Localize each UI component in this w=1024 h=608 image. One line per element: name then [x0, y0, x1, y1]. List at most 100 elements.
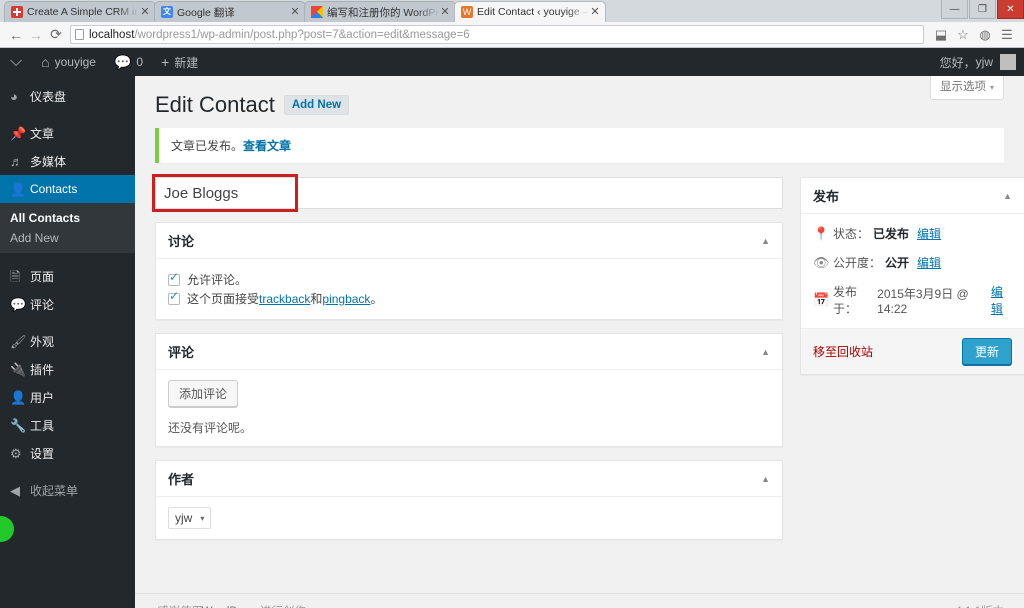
move-to-trash-link[interactable]: 移至回收站 — [813, 343, 873, 360]
adminbar-my-account[interactable]: 您好， yjw — [940, 54, 1024, 71]
sidebar-item-label: 插件 — [30, 362, 55, 377]
forward-icon[interactable]: → — [26, 27, 46, 43]
publish-metabox: 发布 ▲ 📍 状态： 已发布 编辑 👁 公开度： 公开 编辑 📅 发布于： 20… — [800, 177, 1024, 375]
publish-metabox-title: 发布 — [813, 189, 840, 204]
window-close-button[interactable]: ✕ — [997, 0, 1024, 19]
published-on-value: 2015年3月9日 @ 14:22 — [877, 286, 969, 316]
wordpress-logo-icon[interactable]: ⌵ — [0, 48, 32, 76]
sidebar-item-add-new[interactable]: Add New — [0, 228, 135, 248]
browser-tab-1[interactable]: 文 Google 翻译 ✕ — [154, 1, 306, 22]
chevron-up-icon[interactable]: ▲ — [1003, 191, 1012, 201]
allow-comments-checkbox[interactable] — [168, 271, 180, 286]
crm-icon — [11, 6, 23, 18]
extension-icon[interactable]: ⬓ — [930, 27, 952, 43]
author-selected-value: yjw — [175, 511, 193, 525]
sidebar-item-pages[interactable]: 🗎 页面 — [0, 262, 135, 290]
sidebar-item-label: 多媒体 — [30, 154, 67, 169]
sidebar-item-appearance[interactable]: 🖌 外观 — [0, 327, 135, 355]
sidebar-item-label: 工具 — [30, 418, 55, 433]
window-minimize-button[interactable]: — — [941, 0, 968, 19]
back-icon[interactable]: ← — [6, 27, 26, 43]
sidebar-item-posts[interactable]: 📌 文章 — [0, 119, 135, 147]
discussion-metabox: 讨论 ▲ 允许评论。 这个页面接受trackback和pingback。 — [155, 222, 783, 320]
show-settings-toggle[interactable]: 显示选项 ▾ — [929, 76, 1004, 100]
sidebar-item-users[interactable]: 👤 用户 — [0, 383, 135, 411]
media-icon: ♬ — [10, 153, 23, 169]
sidebar-item-comments[interactable]: 💬 评论 — [0, 290, 135, 318]
menu-separator — [0, 253, 135, 262]
bookmark-star-icon[interactable]: ☆ — [952, 27, 974, 43]
add-comment-button[interactable]: 添加评论 — [168, 380, 239, 407]
sidebar-item-dashboard[interactable]: ◕ 仪表盘 — [0, 82, 135, 110]
sidebar-item-contacts[interactable]: 👤 Contacts — [0, 175, 143, 203]
sidebar-item-plugins[interactable]: 🔌 插件 — [0, 355, 135, 383]
comments-metabox-body: 添加评论 还没有评论呢。 — [156, 370, 782, 446]
post-title-value: Joe Bloggs — [164, 184, 239, 202]
new-label: 新建 — [174, 55, 199, 70]
edit-visibility-link[interactable]: 编辑 — [917, 254, 941, 271]
wordpress-colors-icon — [311, 6, 323, 18]
update-button[interactable]: 更新 — [961, 338, 1012, 365]
discussion-metabox-header[interactable]: 讨论 ▲ — [156, 223, 782, 259]
adminbar-site-name[interactable]: ⌂ youyige — [32, 48, 105, 76]
author-metabox-header[interactable]: 作者 ▲ — [156, 461, 782, 497]
author-select[interactable]: yjw ▾ — [168, 507, 212, 529]
no-comments-message: 还没有评论呢。 — [168, 421, 253, 435]
browser-tab-2[interactable]: 编写和注册你的 WordPres ✕ — [304, 1, 456, 22]
view-post-link[interactable]: 查看文章 — [243, 139, 291, 153]
sidebar-item-label: 仪表盘 — [30, 89, 67, 104]
comments-metabox-title: 评论 — [168, 345, 195, 360]
add-new-button[interactable]: Add New — [283, 95, 350, 115]
pingback-link[interactable]: pingback — [322, 292, 370, 306]
allow-pings-checkbox[interactable] — [168, 290, 180, 305]
collapse-arrow-icon: ◀ — [10, 482, 20, 498]
chevron-up-icon[interactable]: ▲ — [761, 236, 770, 246]
sidebar-item-settings[interactable]: ⚙ 设置 — [0, 439, 135, 467]
browser-tab-title: Edit Contact ‹ youyige — — [477, 6, 589, 18]
publish-metabox-header[interactable]: 发布 ▲ — [801, 178, 1024, 214]
browser-menu-icon[interactable]: ☰ — [996, 27, 1018, 43]
allow-comments-row[interactable]: 允许评论。 — [168, 271, 770, 288]
comments-metabox: 评论 ▲ 添加评论 还没有评论呢。 — [155, 333, 783, 447]
tab-close-icon[interactable]: ✕ — [589, 6, 601, 18]
post-sidebar-column: 发布 ▲ 📍 状态： 已发布 编辑 👁 公开度： 公开 编辑 📅 发布于： 20… — [800, 177, 1024, 388]
edit-status-link[interactable]: 编辑 — [917, 225, 941, 242]
allow-pings-row[interactable]: 这个页面接受trackback和pingback。 — [168, 290, 770, 307]
admin-sidebar-menu: ◕ 仪表盘 📌 文章 ♬ 多媒体 👤 Contacts All Contacts… — [0, 76, 143, 608]
pings-text-after: 。 — [370, 292, 383, 306]
address-bar[interactable]: localhost/wordpress1/wp-admin/post.php?p… — [70, 25, 924, 44]
pages-icon: 🗎 — [10, 268, 21, 284]
browser-chrome: Create A Simple CRM in W ✕ 文 Google 翻译 ✕… — [0, 0, 1024, 48]
google-translate-icon: 文 — [161, 6, 173, 18]
reload-icon[interactable]: ⟳ — [46, 26, 66, 43]
edit-date-link[interactable]: 编辑 — [991, 283, 1012, 317]
sidebar-item-media[interactable]: ♬ 多媒体 — [0, 147, 135, 175]
sidebar-item-all-contacts[interactable]: All Contacts — [0, 208, 135, 228]
profile-icon[interactable]: ◍ — [974, 27, 996, 43]
tab-close-icon[interactable]: ✕ — [139, 6, 151, 18]
trackback-link[interactable]: trackback — [259, 292, 310, 306]
chevron-down-icon: ▾ — [989, 83, 994, 92]
chevron-up-icon[interactable]: ▲ — [761, 347, 770, 357]
tab-close-icon[interactable]: ✕ — [439, 6, 451, 18]
sidebar-collapse-menu[interactable]: ◀ 收起菜单 — [0, 476, 135, 504]
tab-close-icon[interactable]: ✕ — [289, 6, 301, 18]
visibility-label: 公开度： — [833, 256, 882, 270]
visibility-value: 公开 — [885, 256, 910, 270]
browser-tab-0[interactable]: Create A Simple CRM in W ✕ — [4, 1, 156, 22]
chevron-up-icon[interactable]: ▲ — [761, 474, 770, 484]
browser-tab-3-active[interactable]: W Edit Contact ‹ youyige — ✕ — [454, 1, 606, 22]
browser-toolbar-right: ⬓ ☆ ◍ ☰ — [930, 27, 1018, 43]
calendar-icon: 📅 — [813, 292, 830, 307]
adminbar-comments[interactable]: 💬 0 — [105, 48, 152, 76]
adminbar-new-content[interactable]: + 新建 — [152, 48, 207, 76]
appearance-icon: 🖌 — [10, 333, 27, 349]
comments-metabox-header[interactable]: 评论 ▲ — [156, 334, 782, 370]
post-title-input[interactable]: Joe Bloggs — [155, 177, 783, 209]
sidebar-item-tools[interactable]: 🔧 工具 — [0, 411, 135, 439]
window-maximize-button[interactable]: ❐ — [969, 0, 996, 19]
page-info-icon — [75, 29, 84, 40]
discussion-metabox-title: 讨论 — [168, 234, 195, 249]
browser-tab-title: 编写和注册你的 WordPres — [327, 6, 439, 19]
chevron-down-icon: ▾ — [200, 513, 205, 523]
